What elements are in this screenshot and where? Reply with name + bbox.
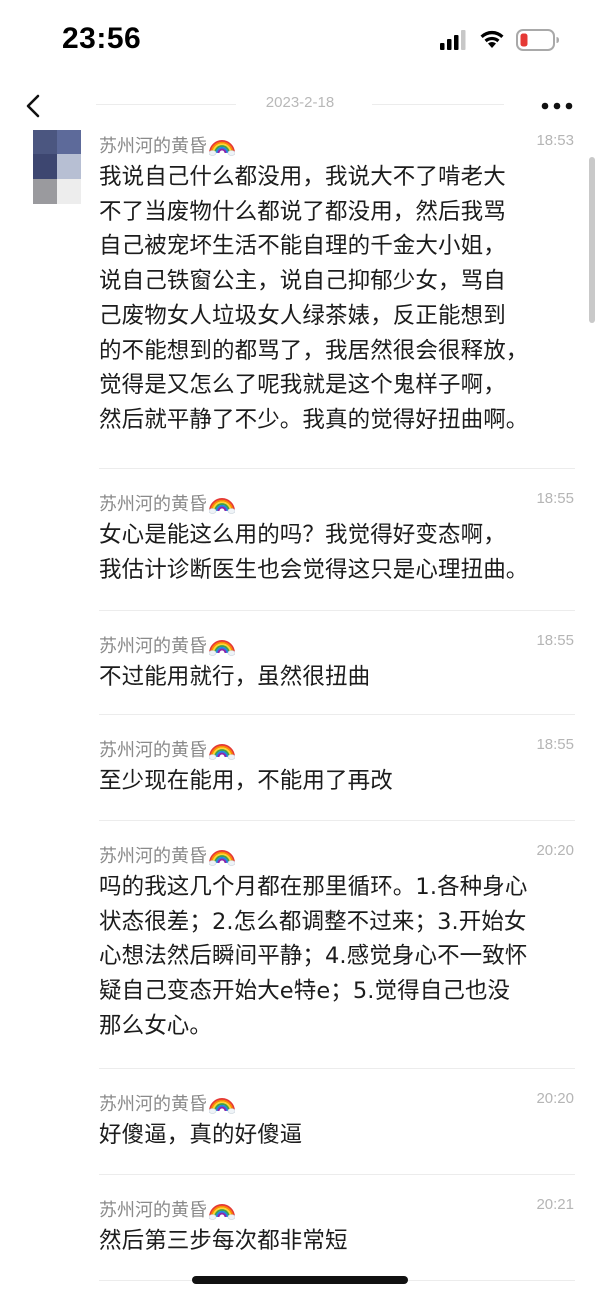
sender-name: 苏州河的黄昏	[99, 132, 235, 158]
message-line: 疑自己变态开始大e特e；5.觉得自己也没	[99, 978, 511, 1005]
sender-name: 苏州河的黄昏	[99, 490, 235, 516]
rainbow-emoji-icon	[209, 744, 235, 760]
message-header: 苏州河的黄昏 18:55	[99, 732, 575, 762]
message-list: 苏州河的黄昏 18:53 我说自己什么都没用，我说大不了啃老大 不了当废物什么都…	[0, 128, 600, 1281]
message-header: 苏州河的黄昏 18:55	[99, 486, 575, 516]
rainbow-emoji-icon	[209, 140, 235, 156]
message-item[interactable]: 苏州河的黄昏 20:20 好傻逼，真的好傻逼	[99, 1069, 575, 1175]
message-item[interactable]: 苏州河的黄昏 18:55 女心是能这么用的吗？我觉得好变态啊， 我估计诊断医生也…	[99, 469, 575, 611]
sender-name: 苏州河的黄昏	[99, 1196, 235, 1222]
rainbow-emoji-icon	[209, 498, 235, 514]
message-item[interactable]: 苏州河的黄昏 18:53 我说自己什么都没用，我说大不了啃老大 不了当废物什么都…	[99, 128, 575, 469]
message-line: 心想法然后瞬间平静；4.感觉身心不一致怀	[99, 943, 528, 970]
message-line: 觉得是又怎么了呢我就是这个鬼样子啊，	[99, 372, 506, 399]
sender-name: 苏州河的黄昏	[99, 632, 235, 658]
message-text: 然后第三步每次都非常短	[99, 1222, 575, 1259]
message-line: 说自己铁窗公主，说自己抑郁少女，骂自	[99, 268, 506, 295]
sender-name: 苏州河的黄昏	[99, 842, 235, 868]
cellular-signal-icon	[440, 30, 466, 50]
message-line: 然后就平静了不少。我真的觉得好扭曲啊。	[99, 406, 529, 433]
date-divider-right	[372, 104, 504, 105]
message-line: 好傻逼，真的好傻逼	[99, 1122, 303, 1148]
message-line: 我估计诊断医生也会觉得这只是心理扭曲。	[99, 556, 529, 583]
message-text: 女心是能这么用的吗？我觉得好变态啊， 我估计诊断医生也会觉得这只是心理扭曲。	[99, 516, 575, 587]
message-line: 的不能想到的都骂了，我居然很会很释放，	[99, 337, 529, 364]
sender-name: 苏州河的黄昏	[99, 736, 235, 762]
message-line: 状态很差；2.怎么都调整不过来；3.开始女	[99, 908, 527, 935]
status-bar: 23:56	[0, 0, 600, 80]
message-header: 苏州河的黄昏 20:20	[99, 1086, 575, 1116]
message-line: 自己被宠坏生活不能自理的千金大小姐，	[99, 233, 506, 260]
message-line: 那么女心。	[99, 1012, 213, 1039]
message-text: 至少现在能用，不能用了再改	[99, 762, 575, 799]
message-line: 我说自己什么都没用，我说大不了啃老大	[99, 164, 506, 190]
message-time: 18:53	[536, 132, 574, 149]
message-time: 20:21	[536, 1196, 574, 1213]
chat-history-screen: 23:56 2023-2-18 苏州河的黄昏 18:53 我说自己什么都没用，我…	[0, 0, 600, 1298]
message-time: 20:20	[536, 842, 574, 859]
sender-name: 苏州河的黄昏	[99, 1090, 235, 1116]
message-item[interactable]: 苏州河的黄昏 18:55 至少现在能用，不能用了再改	[99, 715, 575, 821]
message-time: 20:20	[536, 1090, 574, 1107]
message-header: 苏州河的黄昏 18:55	[99, 628, 575, 658]
message-line: 吗的我这几个月都在那里循环。1.各种身心	[99, 874, 528, 900]
message-line: 女心是能这么用的吗？我觉得好变态啊，	[99, 522, 506, 548]
message-text: 好傻逼，真的好傻逼	[99, 1116, 575, 1153]
message-text: 我说自己什么都没用，我说大不了啃老大 不了当废物什么都说了都没用，然后我骂 自己…	[99, 158, 575, 438]
message-line: 不了当废物什么都说了都没用，然后我骂	[99, 198, 506, 225]
message-text: 吗的我这几个月都在那里循环。1.各种身心 状态很差；2.怎么都调整不过来；3.开…	[99, 868, 575, 1044]
message-line: 然后第三步每次都非常短	[99, 1228, 348, 1254]
rainbow-emoji-icon	[209, 1204, 235, 1220]
message-text: 不过能用就行，虽然很扭曲	[99, 658, 575, 695]
nav-bar: 2023-2-18	[0, 84, 600, 128]
rainbow-emoji-icon	[209, 1098, 235, 1114]
status-time: 23:56	[62, 22, 142, 55]
message-header: 苏州河的黄昏 20:20	[99, 838, 575, 868]
rainbow-emoji-icon	[209, 850, 235, 866]
message-header: 苏州河的黄昏 20:21	[99, 1192, 575, 1222]
message-line: 至少现在能用，不能用了再改	[99, 768, 393, 794]
message-header: 苏州河的黄昏 18:53	[99, 128, 575, 158]
message-line: 不过能用就行，虽然很扭曲	[99, 664, 371, 690]
battery-low-icon	[516, 29, 559, 51]
rainbow-emoji-icon	[209, 640, 235, 656]
message-time: 18:55	[536, 632, 574, 649]
message-item[interactable]: 苏州河的黄昏 20:20 吗的我这几个月都在那里循环。1.各种身心 状态很差；2…	[99, 821, 575, 1069]
message-time: 18:55	[536, 736, 574, 753]
message-time: 18:55	[536, 490, 574, 507]
message-item[interactable]: 苏州河的黄昏 18:55 不过能用就行，虽然很扭曲	[99, 611, 575, 715]
more-dots-icon[interactable]	[540, 94, 574, 118]
message-line: 己废物女人垃圾女人绿茶婊，反正能想到	[99, 302, 506, 329]
date-label: 2023-2-18	[265, 94, 335, 111]
home-indicator[interactable]	[192, 1276, 408, 1284]
scrollbar-thumb[interactable]	[589, 157, 595, 323]
wifi-icon	[480, 30, 504, 48]
message-item[interactable]: 苏州河的黄昏 20:21 然后第三步每次都非常短	[99, 1175, 575, 1281]
